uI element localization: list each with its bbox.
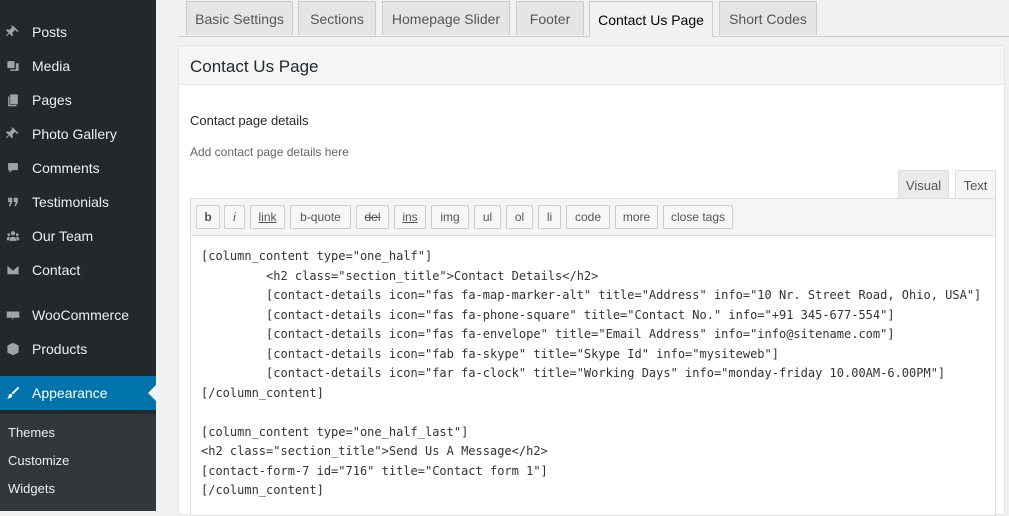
menu-products[interactable]: Products (0, 332, 156, 366)
comment-icon (6, 161, 20, 175)
menu-label: Comments (32, 160, 100, 176)
qt-code-button[interactable]: code (566, 205, 610, 229)
envelope-icon (6, 263, 20, 277)
menu-label: Contact (32, 262, 81, 278)
tab-sections[interactable]: Sections (298, 1, 376, 35)
code-line: [contact-details icon="fas fa-map-marker… (201, 288, 982, 302)
menu-appearance[interactable]: Appearance (0, 376, 156, 410)
qt-li-button[interactable]: li (538, 205, 561, 229)
menu-label: Testimonials (32, 194, 110, 210)
panel-header: Contact Us Page (179, 46, 1004, 85)
code-line: [/column_content] (201, 386, 324, 400)
qt-ul-button[interactable]: ul (474, 205, 501, 229)
tab-homepage-slider[interactable]: Homepage Slider (382, 1, 510, 35)
tab-basic-settings[interactable]: Basic Settings (186, 1, 293, 35)
admin-sidebar: Posts Media Pages Photo Gallery Comments… (0, 0, 156, 511)
code-line: [contact-details icon="far fa-clock" tit… (201, 366, 946, 380)
tab-footer[interactable]: Footer (516, 1, 584, 35)
qt-more-button[interactable]: more (615, 205, 658, 229)
menu-label: Products (32, 341, 88, 357)
submenu-customize[interactable]: Customize (8, 453, 69, 468)
submenu-widgets[interactable]: Widgets (8, 481, 55, 496)
qt-img-button[interactable]: img (431, 205, 469, 229)
qt-ins-button[interactable]: ins (394, 205, 426, 229)
pin-icon (6, 25, 20, 39)
text-editor[interactable]: [column_content type="one_half"] <h2 cla… (190, 236, 996, 516)
editor-tab-text[interactable]: Text (955, 170, 996, 199)
code-line: <h2 class="section_title">Send Us A Mess… (201, 444, 548, 458)
contact-panel: Contact Us Page Contact page details Add… (178, 45, 1005, 516)
tab-short-codes[interactable]: Short Codes (719, 1, 817, 35)
menu-label: Photo Gallery (32, 126, 117, 142)
field-description: Add contact page details here (190, 145, 349, 159)
code-line: <h2 class="section_title">Contact Detail… (201, 269, 599, 283)
menu-photo-gallery[interactable]: Photo Gallery (0, 117, 156, 151)
editor-tab-visual[interactable]: Visual (898, 170, 949, 199)
brush-icon (6, 386, 20, 400)
qt-del-button[interactable]: del (356, 205, 389, 229)
menu-label: Posts (32, 24, 68, 40)
qt-blockquote-button[interactable]: b-quote (290, 205, 351, 229)
woo-icon (6, 308, 20, 322)
menu-posts[interactable]: Posts (0, 15, 156, 49)
team-icon (6, 229, 20, 243)
menu-label: Our Team (32, 228, 94, 244)
field-label: Contact page details (190, 113, 309, 128)
code-line: [column_content type="one_half"] (201, 249, 433, 263)
code-line: [contact-form-7 id="716" title="Contact … (201, 464, 548, 478)
qt-close-tags-button[interactable]: close tags (663, 205, 733, 229)
box-icon (6, 342, 20, 356)
menu-label: Appearance (32, 385, 108, 401)
menu-media[interactable]: Media (0, 49, 156, 83)
media-icon (6, 59, 20, 73)
menu-pages[interactable]: Pages (0, 83, 156, 117)
menu-label: WooCommerce (32, 307, 129, 323)
menu-testimonials[interactable]: Testimonials (0, 185, 156, 219)
qt-ol-button[interactable]: ol (506, 205, 533, 229)
code-line: [contact-details icon="fas fa-phone-squa… (201, 308, 895, 322)
quicktags-toolbar: b i link b-quote del ins img ul ol li co… (190, 198, 996, 236)
qt-link-button[interactable]: link (250, 205, 285, 229)
qt-bold-button[interactable]: b (196, 205, 220, 229)
submenu-themes[interactable]: Themes (8, 425, 55, 440)
quote-icon (6, 195, 20, 209)
menu-comments[interactable]: Comments (0, 151, 156, 185)
menu-woocommerce[interactable]: WooCommerce (0, 298, 156, 332)
menu-contact[interactable]: Contact (0, 253, 156, 287)
code-line: [contact-details icon="fab fa-skype" tit… (201, 347, 779, 361)
pages-icon (6, 93, 20, 107)
panel-title: Contact Us Page (190, 57, 319, 76)
menu-separator (0, 292, 156, 293)
menu-label: Pages (32, 92, 72, 108)
menu-label: Media (32, 58, 71, 74)
code-line: [/column_content] (201, 483, 324, 497)
tab-contact-us-page[interactable]: Contact Us Page (589, 1, 713, 37)
appearance-submenu: Themes Customize Widgets (0, 414, 156, 511)
settings-tabs: Basic Settings Sections Homepage Slider … (178, 0, 1009, 37)
code-line: [contact-details icon="fas fa-envelope" … (201, 327, 895, 341)
qt-italic-button[interactable]: i (224, 205, 245, 229)
code-line: [column_content type="one_half_last"] (201, 425, 469, 439)
menu-our-team[interactable]: Our Team (0, 219, 156, 253)
pin-icon (6, 127, 20, 141)
